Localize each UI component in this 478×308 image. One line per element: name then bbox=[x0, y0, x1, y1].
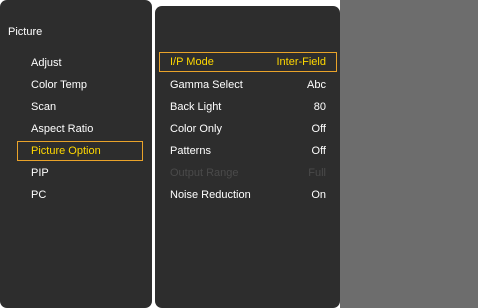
category-pc[interactable]: PC bbox=[17, 185, 143, 205]
menu-title: Picture bbox=[8, 26, 43, 38]
option-label: Patterns bbox=[170, 145, 211, 157]
option-label: Color Only bbox=[170, 123, 222, 135]
category-color-temp[interactable]: Color Temp bbox=[17, 75, 143, 95]
option-noise-reduction[interactable]: Noise Reduction On bbox=[159, 185, 337, 205]
option-value: On bbox=[311, 189, 326, 201]
category-pip[interactable]: PIP bbox=[17, 163, 143, 183]
category-aspect-ratio[interactable]: Aspect Ratio bbox=[17, 119, 143, 139]
option-label: Noise Reduction bbox=[170, 189, 251, 201]
option-label: Output Range bbox=[170, 167, 239, 179]
background-area bbox=[340, 0, 478, 308]
option-label: Gamma Select bbox=[170, 79, 243, 91]
option-patterns[interactable]: Patterns Off bbox=[159, 141, 337, 161]
category-adjust[interactable]: Adjust bbox=[17, 53, 143, 73]
option-label: I/P Mode bbox=[170, 56, 214, 68]
option-back-light[interactable]: Back Light 80 bbox=[159, 97, 337, 117]
option-gamma-select[interactable]: Gamma Select Abc bbox=[159, 75, 337, 95]
option-value: Off bbox=[311, 145, 326, 157]
option-ip-mode[interactable]: I/P Mode Inter-Field bbox=[159, 52, 337, 72]
option-value: Off bbox=[311, 123, 326, 135]
category-picture-option[interactable]: Picture Option bbox=[17, 141, 143, 161]
category-scan[interactable]: Scan bbox=[17, 97, 143, 117]
option-color-only[interactable]: Color Only Off bbox=[159, 119, 337, 139]
option-output-range: Output Range Full bbox=[159, 163, 337, 183]
option-value: Abc bbox=[307, 79, 326, 91]
option-value: 80 bbox=[313, 101, 326, 113]
option-value: Inter-Field bbox=[276, 56, 326, 68]
option-label: Back Light bbox=[170, 101, 222, 113]
option-value: Full bbox=[308, 167, 326, 179]
